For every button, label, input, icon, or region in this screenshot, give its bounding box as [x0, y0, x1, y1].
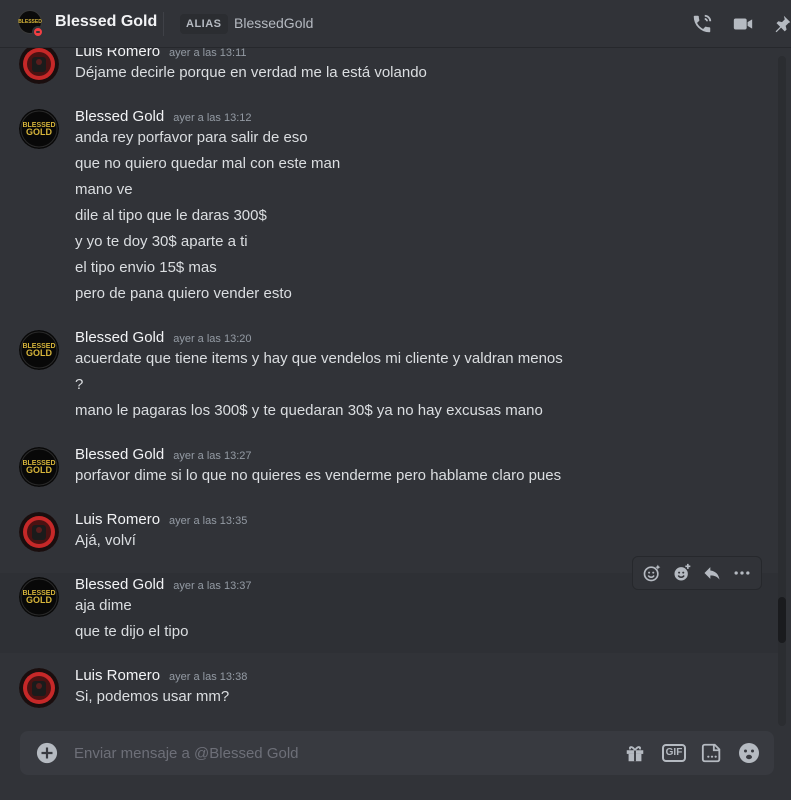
gif-icon[interactable]: GIF: [660, 741, 688, 765]
more-icon[interactable]: [730, 561, 754, 585]
author-name[interactable]: Blessed Gold: [75, 329, 164, 346]
dm-title[interactable]: Blessed Gold: [55, 13, 157, 31]
message-header: Luis Romero ayer a las 13:38: [75, 667, 247, 684]
alias-value: BlessedGold: [234, 15, 314, 31]
header-divider: [163, 12, 164, 36]
message-group[interactable]: Luis Romero ayer a las 13:38 Si, podemos u…: [0, 664, 780, 718]
message-list[interactable]: Luis Romero ayer a las 13:11 Déjame decirl…: [0, 48, 791, 728]
message-text: Déjame decirle porque en verdad me la es…: [75, 64, 427, 81]
message-header: Luis Romero ayer a las 13:11: [75, 48, 247, 60]
message-header: Blessed Gold ayer a las 13:20: [75, 329, 252, 346]
luis-romero-avatar[interactable]: [19, 48, 59, 84]
author-name[interactable]: Luis Romero: [75, 48, 160, 60]
message-text: dile al tipo que le daras 300$: [75, 207, 267, 224]
call-icon[interactable]: [690, 12, 714, 36]
gift-icon[interactable]: [623, 741, 647, 765]
message-text: que no quiero quedar mal con este man: [75, 155, 341, 172]
timestamp: ayer a las 13:38: [169, 671, 248, 683]
message-text: Ajá, volví: [75, 532, 136, 549]
message-header: Blessed Gold ayer a las 13:37: [75, 576, 252, 593]
avatar-logo-text: BLESSED: [18, 18, 42, 25]
message-group[interactable]: BLESSED GOLD Blessed Gold ayer a las 13:12 a…: [0, 105, 780, 315]
svg-text:GOLD: GOLD: [26, 465, 52, 475]
author-name[interactable]: Luis Romero: [75, 511, 160, 528]
reply-icon[interactable]: [700, 561, 724, 585]
svg-text:GOLD: GOLD: [26, 127, 52, 137]
message-text: Si, podemos usar mm?: [75, 688, 230, 705]
timestamp: ayer a las 13:11: [169, 48, 247, 59]
timestamp: ayer a las 13:27: [173, 450, 252, 462]
message-text: que te dijo el tipo: [75, 623, 189, 640]
message-actions-toolbar: [632, 556, 762, 590]
message-header: Luis Romero ayer a las 13:35: [75, 511, 247, 528]
message-group[interactable]: BLESSED GOLD Blessed Gold ayer a las 13:20 a…: [0, 326, 780, 432]
blessed-gold-avatar[interactable]: BLESSED GOLD: [19, 109, 59, 149]
message-text: acuerdate que tiene items y hay que vend…: [75, 350, 563, 367]
add-super-reaction-icon[interactable]: [640, 561, 664, 585]
message-group[interactable]: BLESSED GOLD Blessed Gold ayer a las 13:27 p…: [0, 443, 780, 497]
blessed-gold-avatar[interactable]: BLESSED GOLD: [19, 330, 59, 370]
timestamp: ayer a las 13:37: [173, 580, 252, 592]
timestamp: ayer a las 13:12: [173, 112, 252, 124]
timestamp: ayer a las 13:35: [169, 515, 248, 527]
gif-label: GIF: [661, 744, 687, 762]
message-text: y yo te doy 30$ aparte a ti: [75, 233, 248, 250]
sticker-icon[interactable]: [700, 741, 724, 765]
blessed-gold-avatar[interactable]: BLESSED GOLD: [19, 577, 59, 617]
author-name[interactable]: Blessed Gold: [75, 446, 164, 463]
message-composer: GIF: [20, 731, 774, 775]
author-name[interactable]: Blessed Gold: [75, 576, 164, 593]
svg-text:GOLD: GOLD: [26, 348, 52, 358]
dnd-status-badge: [32, 26, 44, 38]
message-header: Blessed Gold ayer a las 13:12: [75, 108, 252, 125]
message-text: el tipo envio 15$ mas: [75, 259, 217, 276]
svg-text:GOLD: GOLD: [26, 595, 52, 605]
scrollbar-thumb[interactable]: [778, 597, 786, 643]
author-name[interactable]: Luis Romero: [75, 667, 160, 684]
message-input[interactable]: [74, 731, 594, 775]
blessed-gold-avatar[interactable]: BLESSED GOLD: [19, 447, 59, 487]
emoji-icon[interactable]: [737, 741, 761, 765]
add-icon[interactable]: [36, 742, 58, 764]
luis-romero-avatar[interactable]: [19, 512, 59, 552]
add-reaction-icon[interactable]: [670, 561, 694, 585]
message-text: porfavor dime si lo que no quieres es ve…: [75, 467, 562, 484]
author-name[interactable]: Blessed Gold: [75, 108, 164, 125]
dm-header: BLESSED Blessed Gold ALIAS BlessedGold: [0, 0, 791, 48]
message-header: Blessed Gold ayer a las 13:27: [75, 446, 252, 463]
message-text: mano ve: [75, 181, 133, 198]
message-text: anda rey porfavor para salir de eso: [75, 129, 308, 146]
video-icon[interactable]: [731, 12, 755, 36]
message-group[interactable]: Luis Romero ayer a las 13:35 Ajá, volví: [0, 508, 780, 562]
alias-tag: ALIAS: [180, 14, 228, 34]
luis-romero-avatar[interactable]: [19, 668, 59, 708]
pin-icon[interactable]: [770, 12, 791, 36]
timestamp: ayer a las 13:20: [173, 333, 252, 345]
message-text: mano le pagaras los 300$ y te quedaran 3…: [75, 402, 543, 419]
message-group[interactable]: Luis Romero ayer a las 13:11 Déjame decirl…: [0, 48, 780, 94]
message-text: pero de pana quiero vender esto: [75, 285, 292, 302]
message-text: ?: [75, 376, 84, 393]
message-text: aja dime: [75, 597, 132, 614]
